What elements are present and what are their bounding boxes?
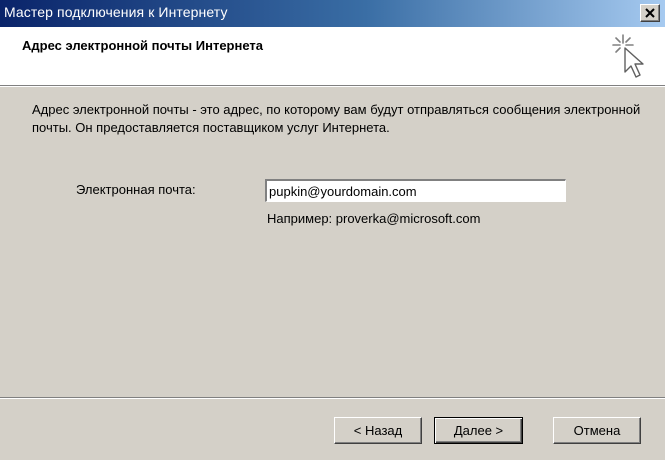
wizard-cursor-icon <box>612 34 644 78</box>
header-divider <box>0 86 665 87</box>
wizard-header: Адрес электронной почты Интернета <box>0 27 665 86</box>
title-bar: Мастер подключения к Интернету <box>0 0 665 27</box>
close-icon <box>645 8 655 18</box>
next-button[interactable]: Далее > <box>434 417 523 444</box>
email-field[interactable] <box>265 179 566 202</box>
email-example-text: Например: proverka@microsoft.com <box>267 211 481 226</box>
email-label: Электронная почта: <box>76 182 196 197</box>
button-divider-highlight <box>0 398 665 399</box>
description-text: Адрес электронной почты - это адрес, по … <box>32 102 641 135</box>
cancel-button[interactable]: Отмена <box>553 417 641 444</box>
window-title: Мастер подключения к Интернету <box>4 4 228 20</box>
close-button[interactable] <box>640 4 660 22</box>
back-button[interactable]: < Назад <box>334 417 422 444</box>
page-title: Адрес электронной почты Интернета <box>22 38 263 53</box>
